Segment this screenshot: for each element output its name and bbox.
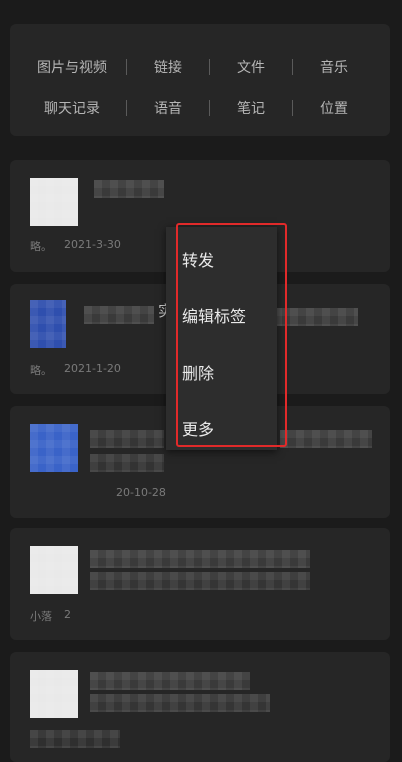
filter-links[interactable]: 链接 (127, 57, 209, 77)
item-source: 略。 (30, 364, 52, 377)
menu-delete[interactable]: 删除 (182, 360, 214, 384)
category-row-1: 图片与视频 链接 文件 音乐 (10, 55, 390, 79)
thumbnail-image (30, 546, 78, 594)
redacted-title (94, 180, 164, 198)
redacted-subtitle (90, 572, 310, 590)
redacted-title (84, 306, 154, 324)
item-date: 2 (64, 608, 71, 621)
filter-voice[interactable]: 语音 (127, 98, 209, 118)
redacted-title (280, 430, 372, 448)
favorite-item[interactable] (10, 652, 390, 762)
thumbnail-image (30, 300, 66, 348)
menu-more[interactable]: 更多 (182, 416, 214, 440)
thumbnail-image (30, 178, 78, 226)
thumbnail-image (30, 670, 78, 718)
redacted-title (90, 430, 164, 448)
item-date: 20-10-28 (116, 486, 166, 499)
filter-chat-history[interactable]: 聊天记录 (18, 98, 126, 118)
redacted-subtitle (90, 694, 270, 712)
favorite-item[interactable]: 小落 2 (10, 528, 390, 640)
filter-music[interactable]: 音乐 (293, 57, 375, 77)
menu-edit-tags[interactable]: 编辑标签 (182, 303, 246, 327)
thumbnail-image (30, 424, 78, 472)
filter-files[interactable]: 文件 (210, 57, 292, 77)
redacted-subtitle (90, 454, 164, 472)
redacted-title (90, 550, 310, 568)
menu-forward[interactable]: 转发 (182, 247, 214, 271)
item-source: 小落 (30, 610, 52, 623)
filter-location[interactable]: 位置 (293, 98, 375, 118)
category-filter-card: 图片与视频 链接 文件 音乐 聊天记录 语音 笔记 位置 (10, 24, 390, 136)
filter-notes[interactable]: 笔记 (210, 98, 292, 118)
redacted-title (274, 308, 358, 326)
item-date: 2021-1-20 (64, 362, 121, 375)
redacted-meta (30, 730, 120, 748)
redacted-title (90, 672, 250, 690)
filter-photos-videos[interactable]: 图片与视频 (18, 57, 126, 77)
context-menu: 转发 编辑标签 删除 更多 (166, 227, 277, 450)
item-source: 略。 (30, 240, 52, 253)
item-date: 2021-3-30 (64, 238, 121, 251)
category-row-2: 聊天记录 语音 笔记 位置 (10, 96, 390, 120)
